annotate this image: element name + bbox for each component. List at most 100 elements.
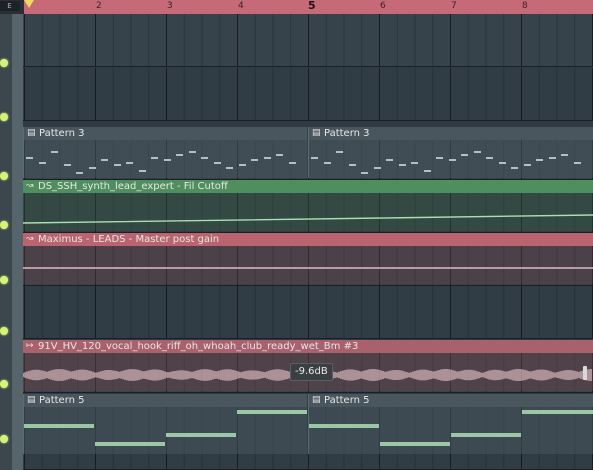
track-mute-led[interactable] bbox=[0, 276, 8, 284]
pattern-note bbox=[238, 164, 246, 167]
pattern-note bbox=[26, 156, 33, 159]
pattern-note bbox=[263, 156, 271, 159]
ruler-edit-button[interactable]: E bbox=[0, 1, 20, 11]
clip-header[interactable]: ▤ Pattern 5 bbox=[309, 394, 593, 407]
pattern-note bbox=[88, 167, 96, 169]
track-lane-3[interactable]: ▤ Pattern 3 ▤ Pattern 3 bbox=[23, 127, 593, 180]
pattern-note bbox=[126, 161, 133, 164]
clip-header[interactable]: ↝ DS_SSH_synth_lead_expert - Fil Cutoff bbox=[23, 180, 593, 193]
pattern-clip[interactable]: ▤ Pattern 3 bbox=[23, 127, 307, 178]
pattern-clip[interactable]: ▤ Pattern 5 bbox=[23, 394, 307, 454]
track-mute-led[interactable] bbox=[0, 380, 8, 388]
pattern-icon: ▤ bbox=[27, 128, 36, 138]
automation-clip[interactable]: ↝ DS_SSH_synth_lead_expert - Fil Cutoff bbox=[23, 180, 593, 231]
pattern-note bbox=[522, 410, 593, 414]
pattern-note bbox=[380, 442, 450, 446]
track-lane-6[interactable] bbox=[23, 286, 593, 339]
pattern-note bbox=[95, 442, 165, 446]
timeline-ruler[interactable]: E 2 3 4 5 6 7 8 bbox=[0, 0, 593, 14]
pattern-note bbox=[373, 167, 381, 169]
pattern-note bbox=[473, 151, 481, 154]
pattern-note bbox=[276, 154, 283, 156]
clip-header[interactable]: ↦ 91V_HV_120_vocal_hook_riff_oh_whoah_cl… bbox=[23, 340, 593, 353]
pattern-note bbox=[166, 433, 236, 437]
pattern-note bbox=[336, 151, 343, 154]
pattern-icon: ▤ bbox=[312, 128, 321, 138]
clip-resize-handle[interactable] bbox=[583, 366, 587, 380]
pattern-note bbox=[448, 159, 456, 162]
ruler-bar[interactable]: 2 3 4 5 6 7 8 bbox=[24, 0, 593, 14]
pattern-note bbox=[38, 161, 46, 164]
pattern-note bbox=[323, 161, 331, 164]
pattern-note bbox=[76, 172, 83, 175]
pattern-note bbox=[309, 424, 379, 428]
pattern-note bbox=[398, 164, 406, 167]
bar-number: 7 bbox=[451, 1, 457, 11]
track-lane-2[interactable] bbox=[23, 68, 593, 121]
pattern-note bbox=[386, 159, 393, 162]
automation-icon: ↝ bbox=[26, 234, 34, 244]
pattern-note bbox=[213, 161, 221, 164]
audio-clip-icon: ↦ bbox=[26, 341, 34, 351]
pattern-note bbox=[361, 172, 368, 175]
track-mute-led[interactable] bbox=[0, 327, 8, 335]
pattern-note bbox=[138, 169, 146, 172]
bar-number: 6 bbox=[380, 1, 386, 11]
track-mute-led[interactable] bbox=[0, 435, 8, 443]
automation-curve bbox=[23, 267, 593, 269]
track-lane-8[interactable]: ▤ Pattern 5 ▤ Pattern 5 bbox=[23, 394, 593, 470]
automation-clip[interactable]: ↝ Maximus - LEADS - Master post gain bbox=[23, 233, 593, 284]
pattern-note bbox=[151, 156, 158, 159]
track-lane-5[interactable]: ↝ Maximus - LEADS - Master post gain bbox=[23, 233, 593, 286]
pattern-note bbox=[251, 159, 258, 162]
clip-label: Pattern 3 bbox=[39, 128, 85, 139]
gain-tooltip: -9.6dB bbox=[290, 363, 333, 381]
pattern-note bbox=[536, 159, 543, 162]
track-lane-1[interactable] bbox=[23, 14, 593, 67]
playhead-marker[interactable] bbox=[24, 0, 34, 8]
track-mute-led[interactable] bbox=[0, 113, 8, 121]
pattern-note bbox=[573, 161, 581, 164]
clip-header[interactable]: ▤ Pattern 5 bbox=[24, 394, 307, 407]
pattern-note bbox=[226, 167, 233, 169]
pattern-note bbox=[561, 154, 568, 156]
pattern-note bbox=[498, 161, 506, 164]
clip-label: Pattern 5 bbox=[39, 395, 85, 406]
pattern-note bbox=[63, 164, 71, 167]
pattern-clip[interactable]: ▤ Pattern 3 bbox=[308, 127, 593, 178]
pattern-note bbox=[311, 156, 318, 159]
clip-header[interactable]: ▤ Pattern 3 bbox=[24, 127, 307, 140]
track-lane-4[interactable]: ↝ DS_SSH_synth_lead_expert - Fil Cutoff bbox=[23, 180, 593, 233]
pattern-note bbox=[436, 156, 443, 159]
clip-header[interactable]: ↝ Maximus - LEADS - Master post gain bbox=[23, 233, 593, 246]
track-header-gutter bbox=[12, 14, 23, 470]
pattern-clip[interactable]: ▤ Pattern 5 bbox=[308, 394, 593, 454]
automation-curve bbox=[23, 214, 593, 224]
track-mute-led[interactable] bbox=[0, 172, 8, 180]
pattern-note bbox=[176, 154, 183, 156]
bar-number: 5 bbox=[308, 0, 316, 12]
bar-number: 4 bbox=[238, 1, 244, 11]
pattern-note bbox=[163, 159, 171, 162]
pattern-note bbox=[511, 167, 518, 169]
track-lane-7[interactable]: ↦ 91V_HV_120_vocal_hook_riff_oh_whoah_cl… bbox=[23, 340, 593, 393]
pattern-note bbox=[486, 156, 493, 159]
playlist-tracks[interactable]: ▤ Pattern 3 ▤ Pattern 3 ↝ DS_SSH_synth_l… bbox=[23, 14, 593, 470]
pattern-note bbox=[51, 151, 58, 154]
pattern-note bbox=[101, 159, 108, 162]
pattern-note bbox=[451, 433, 521, 437]
clip-label: Maximus - LEADS - Master post gain bbox=[38, 234, 220, 245]
pattern-icon: ▤ bbox=[27, 395, 36, 405]
pattern-note bbox=[24, 424, 94, 428]
pattern-note bbox=[288, 161, 296, 164]
pattern-note bbox=[548, 156, 556, 159]
pattern-note bbox=[201, 156, 208, 159]
pattern-note bbox=[411, 161, 418, 164]
pattern-note bbox=[237, 410, 307, 414]
track-mute-led[interactable] bbox=[0, 221, 8, 229]
pattern-note bbox=[188, 151, 196, 154]
clip-label: Pattern 5 bbox=[324, 395, 370, 406]
pattern-note bbox=[113, 164, 121, 167]
clip-header[interactable]: ▤ Pattern 3 bbox=[309, 127, 593, 140]
track-mute-led[interactable] bbox=[0, 59, 8, 67]
